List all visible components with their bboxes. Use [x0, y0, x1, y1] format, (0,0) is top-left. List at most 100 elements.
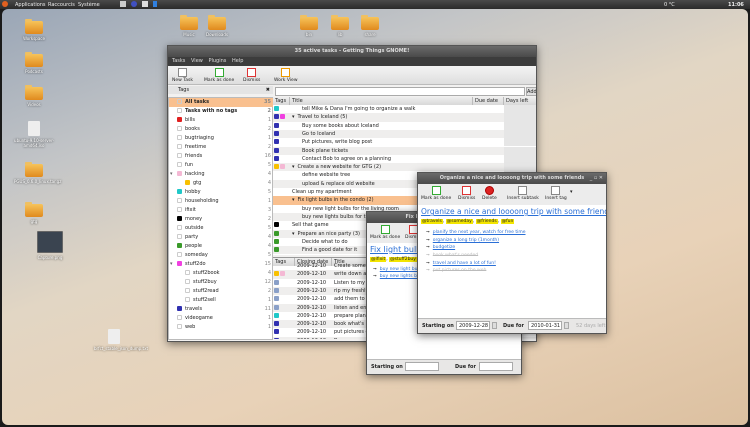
insert-tag-button[interactable]: Insert tag	[545, 186, 567, 201]
org-editor-title[interactable]: Organize a nice and loooong trip with so…	[421, 207, 606, 216]
fix-mark-done-button[interactable]: Mark as done	[370, 225, 400, 240]
menu-shortcuts[interactable]: Raccourcis	[48, 2, 75, 8]
org-mark-done-button[interactable]: Mark as done	[421, 186, 451, 201]
task-row[interactable]: Go to Iceland	[273, 129, 536, 139]
col-days-left[interactable]: Days left	[504, 97, 536, 105]
expander-icon[interactable]: ▾	[292, 197, 295, 203]
tag-row-gtg[interactable]: gtg 4	[169, 179, 274, 188]
due-calendar-button[interactable]	[564, 322, 569, 329]
task-row[interactable]: Put pictures, write blog post	[273, 138, 536, 147]
menu-tasks[interactable]: Tasks	[172, 58, 185, 64]
clock[interactable]: 11:06	[728, 2, 744, 8]
desktop-icon[interactable]: Podcasts	[14, 52, 54, 74]
desktop-icon[interactable]: Capture.png	[30, 231, 70, 260]
tag-row-web[interactable]: web 1	[169, 323, 274, 332]
insert-subtask-button[interactable]: Insert subtask	[507, 186, 539, 201]
col-due-date[interactable]: Due date	[473, 97, 504, 105]
tag-row-travels[interactable]: travels 11	[169, 305, 274, 314]
org-delete-button[interactable]: Delete	[482, 186, 497, 201]
subtask-link[interactable]: put pictures on the web	[433, 268, 487, 273]
tag-row-hacking[interactable]: ▾ hacking 4	[169, 170, 274, 179]
expander-icon[interactable]: ▾	[292, 231, 295, 237]
desktop-icon[interactable]: share	[350, 15, 390, 37]
task-row[interactable]: Contact Bob to agree on a planning	[273, 154, 536, 164]
tag-row-bugtriaging[interactable]: bugtriaging 1	[169, 134, 274, 143]
menu-system[interactable]: Système	[78, 2, 100, 8]
tool-icon[interactable]	[142, 1, 148, 7]
tag-row-tasks-with-no-tags[interactable]: Tasks with no tags 2	[169, 107, 274, 116]
fix-start-input[interactable]	[405, 362, 439, 371]
weather-text[interactable]: 0 °C	[664, 2, 675, 8]
tag-row-videogame[interactable]: videogame 1	[169, 314, 274, 323]
expander-icon[interactable]: ▾	[170, 170, 173, 179]
org-start-input[interactable]: 2009-12-28	[456, 321, 490, 330]
menu-plugins[interactable]: Plugins	[208, 58, 226, 64]
tag-fun[interactable]: @fun	[500, 219, 515, 224]
org-editor-title-bar[interactable]: Organize a nice and loooong trip with so…	[418, 173, 606, 184]
browser-icon[interactable]	[131, 1, 137, 7]
tag-travels[interactable]: @travels	[421, 219, 443, 224]
tag-row-stuff2sell[interactable]: stuff2sell 1	[169, 296, 274, 305]
tag-row-freetime[interactable]: freetime 2	[169, 143, 274, 152]
col-tags[interactable]: Tags	[273, 97, 290, 105]
org-due-input[interactable]: 2010-01-31	[528, 321, 562, 330]
tag-row-stuff2read[interactable]: stuff2read 2	[169, 287, 274, 296]
tag-row-someday[interactable]: someday 5	[169, 251, 274, 260]
expander-icon[interactable]: ▾	[292, 164, 295, 170]
desktop-icon[interactable]: brfct_stable_json_dump.txt	[94, 329, 148, 351]
start-calendar-button[interactable]	[492, 322, 497, 329]
tag-row-householding[interactable]: householding 1	[169, 197, 274, 206]
col-title[interactable]: Title	[290, 97, 473, 105]
tag-row-people[interactable]: people 4	[169, 242, 274, 251]
subtask-link[interactable]: organize a long trip (1month)	[433, 238, 499, 243]
desktop-icon[interactable]: ubuntu-9.10-server-amd64.iso	[14, 121, 54, 148]
menu-help[interactable]: Help	[232, 58, 243, 64]
tag-someday[interactable]: @someday	[445, 219, 473, 224]
tag-row-money[interactable]: money 2	[169, 215, 274, 224]
window-controls-icon[interactable]: _ ▫ ✕	[590, 173, 603, 184]
tag-row-stuff2buy[interactable]: stuff2buy 12	[169, 278, 274, 287]
task-row[interactable]: Book plane tickets	[273, 146, 536, 155]
tag-row-outside[interactable]: outside 5	[169, 224, 274, 233]
work-view-button[interactable]: Work View	[274, 68, 298, 83]
tag-row-ifixit[interactable]: ifixit 3	[169, 206, 274, 215]
tag-row-all-tasks[interactable]: All tasks 35	[169, 98, 274, 107]
desktop-icon[interactable]: Videos	[14, 85, 54, 107]
ubuntu-logo-icon[interactable]	[2, 1, 8, 7]
subtask-link[interactable]: budgetize	[433, 245, 455, 250]
tag-ifixit[interactable]: @ifixit	[370, 257, 387, 262]
desktop-icon[interactable]: gtg	[14, 202, 54, 224]
fix-due-input[interactable]	[479, 362, 513, 371]
tag-row-stuff2book[interactable]: stuff2book 4	[169, 269, 274, 278]
more-dropdown-icon[interactable]: ▾	[570, 189, 573, 195]
subtask-link[interactable]: planify the next year, watch for free ti…	[433, 230, 526, 235]
search-input[interactable]	[275, 87, 525, 96]
tag-row-hobby[interactable]: hobby 5	[169, 188, 274, 197]
menu-applications[interactable]: Applications	[15, 2, 46, 8]
org-title-link[interactable]: Organize a nice and loooong trip with so…	[421, 207, 606, 216]
org-dismiss-button[interactable]: Dismiss	[458, 186, 475, 201]
tag-row-party[interactable]: party 4	[169, 233, 274, 242]
app-icon[interactable]	[153, 1, 157, 7]
tag-row-books[interactable]: books 2	[169, 125, 274, 134]
main-title-bar[interactable]: 35 active tasks - Getting Things GNOME!	[168, 46, 536, 57]
desktop-icon[interactable]: Downloads	[197, 15, 237, 37]
tag-friends[interactable]: @friends	[475, 219, 498, 224]
task-row[interactable]: Buy some books about Iceland	[273, 121, 536, 130]
tag-row-fun[interactable]: fun 5	[169, 161, 274, 170]
subtask-link[interactable]: book what's needed	[433, 253, 478, 258]
expander-icon[interactable]: ▾	[292, 114, 295, 120]
task-row[interactable]: ▾ Travel to Iceland (5)	[273, 113, 536, 122]
desktop-icon[interactable]: PGUS_0.6.0_linux.tar.gz	[14, 162, 61, 184]
menu-view[interactable]: View	[191, 58, 203, 64]
launcher-icon[interactable]	[120, 1, 126, 7]
tag-stuff2buy[interactable]: @stuff2buy	[389, 257, 417, 262]
task-row[interactable]: ▾ Create a new website for GTG (2)	[273, 163, 536, 172]
desktop-icon[interactable]: Workspace	[14, 19, 54, 41]
expander-icon[interactable]: ▾	[170, 260, 173, 269]
close-tags-pane-icon[interactable]: ✖	[266, 86, 270, 94]
tag-row-bills[interactable]: bills 1	[169, 116, 274, 125]
new-task-button[interactable]: New Task	[172, 68, 193, 83]
dismiss-button[interactable]: Dismiss	[243, 68, 260, 83]
task-row[interactable]: tell Mike & Dana I'm going to organize a…	[273, 105, 536, 114]
